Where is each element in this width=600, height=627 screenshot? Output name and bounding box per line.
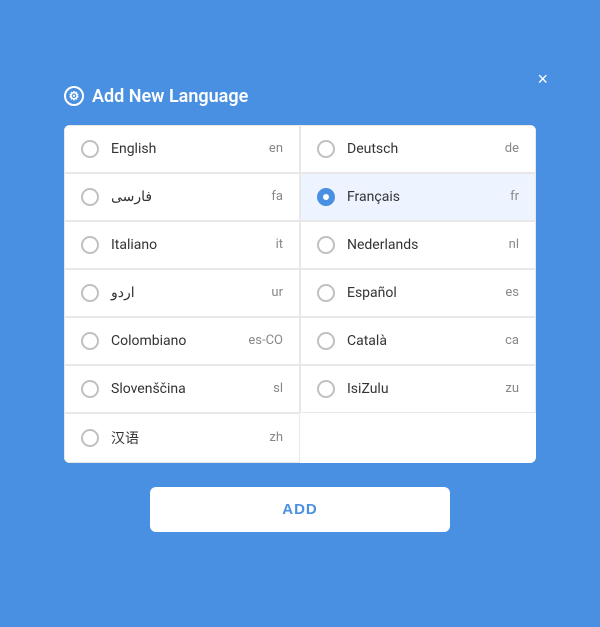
radio-es-CO [81,332,99,350]
add-language-dialog: × ⚙ Add New Language English en Deutsch … [40,66,560,562]
lang-item-fa[interactable]: فارسی fa [64,173,300,221]
lang-name-it: Italiano [111,237,264,253]
lang-code-ca: ca [505,333,519,348]
radio-es [317,284,335,302]
settings-icon: ⚙ [64,86,84,106]
lang-code-it: it [276,237,283,252]
lang-code-en: en [269,141,283,156]
lang-name-es: Español [347,285,493,301]
lang-item-it[interactable]: Italiano it [64,221,300,269]
radio-fa [81,188,99,206]
lang-code-nl: nl [509,237,519,252]
lang-code-fa: fa [271,189,283,204]
lang-code-sl: sl [273,381,283,396]
lang-item-fr[interactable]: Français fr [300,173,536,221]
lang-name-fr: Français [347,189,498,205]
radio-zu [317,380,335,398]
lang-code-zu: zu [505,381,519,396]
lang-code-fr: fr [510,189,519,204]
lang-code-es-CO: es-CO [248,333,283,348]
lang-item-zu[interactable]: IsiZulu zu [300,365,536,413]
lang-item-de[interactable]: Deutsch de [300,125,536,173]
lang-name-es-CO: Colombiano [111,333,236,349]
radio-zh [81,429,99,447]
lang-item-zh[interactable]: 汉语 zh [64,413,300,463]
lang-name-en: English [111,141,257,157]
languages-grid: English en Deutsch de فارسی fa Français … [64,125,536,463]
lang-item-es-CO[interactable]: Colombiano es-CO [64,317,300,365]
lang-name-ur: اردو [111,285,259,301]
radio-nl [317,236,335,254]
lang-code-zh: zh [269,430,283,445]
radio-it [81,236,99,254]
close-button[interactable]: × [529,66,556,92]
lang-code-es: es [505,285,519,300]
radio-ca [317,332,335,350]
lang-name-fa: فارسی [111,189,259,205]
radio-sl [81,380,99,398]
add-button[interactable]: ADD [150,487,450,532]
radio-fr [317,188,335,206]
lang-name-zu: IsiZulu [347,381,493,397]
lang-name-sl: Slovenščina [111,381,261,397]
lang-item-ur[interactable]: اردو ur [64,269,300,317]
lang-item-nl[interactable]: Nederlands nl [300,221,536,269]
lang-code-de: de [505,141,519,156]
lang-item-en[interactable]: English en [64,125,300,173]
lang-item-es[interactable]: Español es [300,269,536,317]
lang-name-zh: 汉语 [111,428,257,448]
dialog-title: ⚙ Add New Language [64,86,536,107]
radio-ur [81,284,99,302]
lang-item-ca[interactable]: Català ca [300,317,536,365]
lang-name-de: Deutsch [347,141,493,157]
lang-name-nl: Nederlands [347,237,497,253]
lang-name-ca: Català [347,333,493,349]
radio-en [81,140,99,158]
lang-item-empty [300,413,536,463]
lang-item-sl[interactable]: Slovenščina sl [64,365,300,413]
radio-de [317,140,335,158]
lang-code-ur: ur [271,285,283,300]
